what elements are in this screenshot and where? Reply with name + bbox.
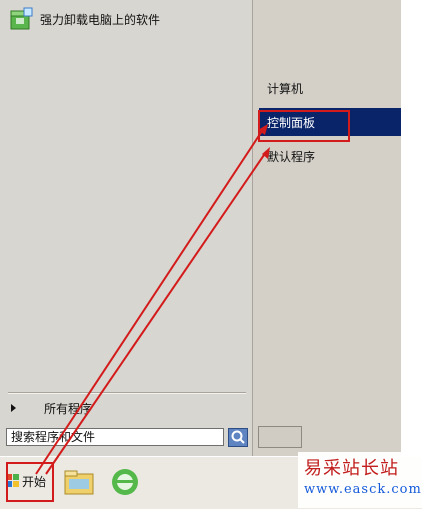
pinned-program-uninstaller[interactable]: 强力卸载电脑上的软件 [8,4,244,34]
right-item-control-panel[interactable]: 控制面板 [259,108,401,136]
right-item-computer[interactable]: 计算机 [259,74,401,102]
right-item-default-programs[interactable]: 默认程序 [259,142,401,170]
watermark: 易采站长站 www.easck.com [298,452,422,508]
uninstaller-icon [8,6,34,32]
explorer-taskbar-button[interactable] [60,465,98,499]
start-button[interactable]: 开始 [6,467,50,495]
arrow-right-icon [11,404,16,412]
all-programs-label: 所有程序 [44,401,93,416]
watermark-url: www.easck.com [304,482,422,497]
shutdown-button[interactable] [258,426,302,448]
watermark-main-text: 易采站长站 [304,458,399,479]
start-menu-left-panel: 强力卸载电脑上的软件 所有程序 搜索程序和文件 [0,0,252,456]
all-programs-button[interactable]: 所有程序 [8,398,246,418]
search-button[interactable] [228,428,248,447]
pinned-program-label: 强力卸载电脑上的软件 [40,12,161,27]
search-input[interactable]: 搜索程序和文件 [6,428,224,446]
ie-taskbar-button[interactable] [106,465,144,499]
start-button-label: 开始 [22,474,47,489]
folder-icon [64,470,94,495]
windows-logo-icon [6,474,19,487]
start-menu-right-panel: 计算机 控制面板 默认程序 [252,0,401,456]
start-menu: 强力卸载电脑上的软件 所有程序 搜索程序和文件 计算机 控制面板 默认程序 [0,0,401,456]
left-panel-separator [8,392,246,394]
internet-explorer-icon [112,469,138,495]
search-row: 搜索程序和文件 [6,426,250,450]
search-icon [231,430,245,444]
